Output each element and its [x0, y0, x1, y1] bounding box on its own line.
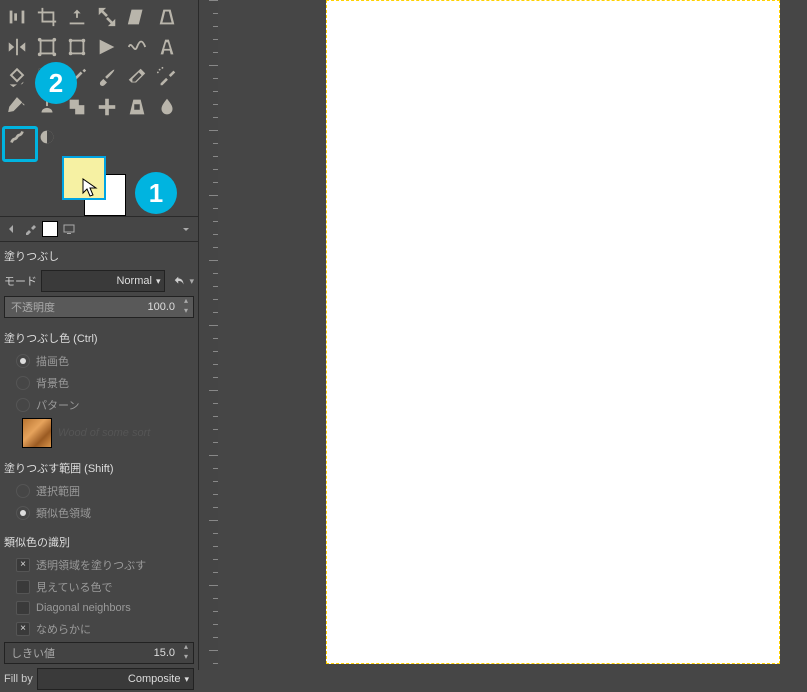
checkbox-icon	[16, 580, 30, 594]
paintbrush-tool[interactable]	[92, 62, 122, 92]
check-antialias[interactable]: ×なめらかに	[0, 618, 198, 640]
radio-icon	[16, 398, 30, 412]
radio-icon	[16, 506, 30, 520]
bucket-fill-tool[interactable]	[2, 62, 32, 92]
scale-tool[interactable]	[92, 2, 122, 32]
checkbox-icon: ×	[16, 558, 30, 572]
crop-tool[interactable]	[32, 2, 62, 32]
spin-down-icon[interactable]: ▾	[179, 307, 193, 317]
vertical-ruler	[198, 0, 220, 670]
check-diagonal-neighbors[interactable]: Diagonal neighbors	[0, 598, 198, 618]
left-panel: 1 2 塗りつぶし モード Normal ▾ ▾ 不透明度 100.0 ▴▾ 塗…	[0, 0, 198, 670]
fill-range-title: 塗りつぶす範囲 (Shift)	[0, 450, 198, 480]
radio-foreground-color[interactable]: 描画色	[0, 350, 198, 372]
align-tool[interactable]	[2, 2, 32, 32]
spin-down-icon[interactable]: ▾	[179, 653, 193, 663]
check-visible-color[interactable]: 見えている色で	[0, 576, 198, 598]
fill-by-value: Composite	[128, 673, 181, 685]
opacity-label: 不透明度	[5, 299, 143, 315]
fill-color-title: 塗りつぶし色 (Ctrl)	[0, 320, 198, 350]
threshold-slider[interactable]: しきい値 15.0 ▴▾	[4, 642, 194, 664]
perspective-clone-tool[interactable]	[122, 92, 152, 122]
ink-tool[interactable]	[2, 92, 32, 122]
radio-icon	[16, 354, 30, 368]
canvas[interactable]	[326, 0, 780, 664]
mode-label: モード	[4, 273, 37, 289]
check-transparent-fill[interactable]: ×透明領域を塗りつぶす	[0, 554, 198, 576]
rotate-tool[interactable]	[62, 2, 92, 32]
tool-options-title: 塗りつぶし	[0, 242, 198, 268]
chevron-down-icon: ▾	[156, 276, 161, 287]
eraser-tool[interactable]	[122, 62, 152, 92]
unified-transform-tool[interactable]	[62, 32, 92, 62]
chevron-down-icon: ▾	[189, 276, 194, 287]
fill-by-select[interactable]: Composite ▾	[37, 668, 194, 690]
canvas-area	[218, 0, 807, 670]
shear-tool[interactable]	[122, 2, 152, 32]
radio-background-color[interactable]: 背景色	[0, 372, 198, 394]
tab-bar	[0, 216, 198, 242]
checkbox-icon	[16, 601, 30, 615]
mode-value: Normal	[116, 275, 151, 287]
chevron-down-icon: ▾	[184, 674, 189, 685]
cage-tool[interactable]	[32, 32, 62, 62]
checkbox-icon: ×	[16, 622, 30, 636]
mode-undo-button[interactable]	[169, 270, 191, 292]
tab-menu-icon[interactable]	[177, 220, 195, 238]
similar-detect-title: 類似色の識別	[0, 524, 198, 554]
blur-tool[interactable]	[152, 92, 182, 122]
pattern-preview[interactable]	[22, 418, 52, 448]
handle-transform-tool[interactable]	[92, 32, 122, 62]
heal-tool[interactable]	[92, 92, 122, 122]
radio-selection[interactable]: 選択範囲	[0, 480, 198, 502]
fill-by-label: Fill by	[4, 673, 33, 685]
radio-icon	[16, 484, 30, 498]
mode-select[interactable]: Normal ▾	[41, 270, 165, 292]
brush-tab-icon[interactable]	[21, 220, 39, 238]
opacity-value: 100.0	[143, 301, 179, 313]
airbrush-tool[interactable]	[152, 62, 182, 92]
radio-icon	[16, 376, 30, 390]
callout-badge-1: 1	[135, 172, 177, 214]
flip-tool[interactable]	[2, 32, 32, 62]
threshold-value: 15.0	[150, 647, 179, 659]
color-tab-swatch[interactable]	[42, 221, 58, 237]
text-tool[interactable]	[152, 32, 182, 62]
tab-back-icon[interactable]	[2, 220, 20, 238]
opacity-slider[interactable]: 不透明度 100.0 ▴▾	[4, 296, 194, 318]
cursor-icon	[82, 178, 98, 198]
monitor-tab-icon[interactable]	[60, 220, 78, 238]
callout-ring-2	[2, 126, 38, 162]
pattern-name: Wood of some sort	[58, 427, 150, 439]
radio-pattern[interactable]: パターン	[0, 394, 198, 416]
threshold-label: しきい値	[5, 645, 150, 661]
warp-tool[interactable]	[122, 32, 152, 62]
callout-badge-2: 2	[35, 62, 77, 104]
radio-similar-colors[interactable]: 類似色領域	[0, 502, 198, 524]
perspective-tool[interactable]	[152, 2, 182, 32]
